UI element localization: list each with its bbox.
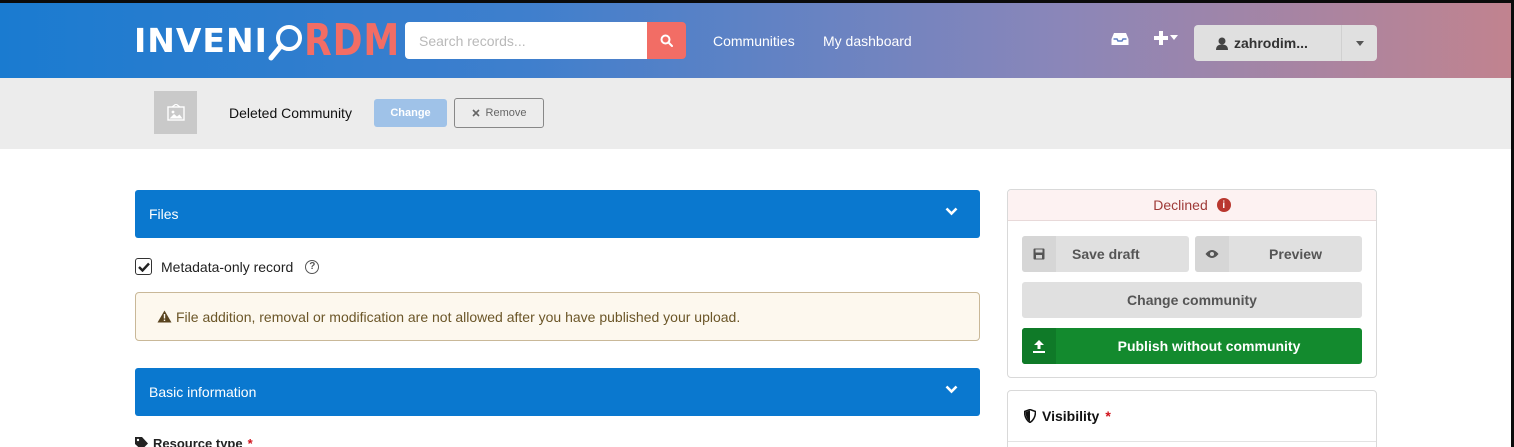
deposit-status-card: Declined i Save draft Preview Change com… (1007, 189, 1377, 378)
resource-type-label: Resource type * (135, 436, 253, 447)
status-header: Declined i (1008, 190, 1376, 221)
preview-button[interactable]: Preview (1195, 236, 1362, 272)
search-button[interactable] (647, 22, 686, 59)
files-title: Files (149, 206, 179, 222)
basic-information-title: Basic information (149, 384, 257, 400)
chevron-down-icon (945, 207, 958, 216)
community-selection-bar: Deleted Community Change Remove (0, 78, 1511, 149)
visibility-heading: Visibility * (1024, 408, 1111, 424)
save-draft-label: Save draft (1072, 246, 1140, 262)
invenio-rdm-logo[interactable]: INVENI RDM (134, 13, 421, 69)
change-community-button[interactable]: Change (374, 99, 447, 127)
save-draft-button[interactable]: Save draft (1022, 236, 1189, 272)
logo-text-invenio: INVENI (134, 21, 268, 60)
save-icon (1022, 236, 1056, 272)
files-locked-warning: File addition, removal or modification a… (135, 292, 980, 341)
close-icon (471, 109, 480, 117)
remove-community-button[interactable]: Remove (454, 98, 544, 128)
nav-communities[interactable]: Communities (713, 33, 795, 49)
tag-icon (135, 437, 148, 447)
logo-text-rdm: RDM (303, 15, 400, 66)
magnifier-logo-icon (268, 13, 304, 69)
preview-label: Preview (1269, 246, 1322, 262)
status-label: Declined (1153, 197, 1208, 213)
checkmark-icon (137, 262, 150, 272)
warning-text: File addition, removal or modification a… (176, 308, 741, 325)
user-menu-dropdown[interactable]: zahrodim... (1194, 25, 1377, 61)
chevron-down-icon (945, 385, 958, 394)
change-community-label: Change community (1127, 292, 1257, 308)
metadata-only-row: Metadata-only record ? (135, 258, 320, 275)
info-icon[interactable]: i (1216, 198, 1231, 212)
community-logo-placeholder (154, 91, 197, 134)
top-header: INVENI RDM Communities My dashboard (0, 3, 1511, 78)
search-input[interactable] (405, 22, 647, 59)
help-icon[interactable]: ? (305, 259, 320, 274)
window-frame-top (0, 0, 1514, 3)
plus-icon (1154, 31, 1168, 45)
new-item-menu[interactable] (1154, 31, 1178, 45)
shield-icon (1024, 409, 1036, 423)
caret-down-icon (1355, 40, 1364, 46)
visibility-title: Visibility (1042, 408, 1100, 424)
publish-label: Publish without community (1117, 338, 1301, 354)
upload-icon (1022, 328, 1056, 364)
required-marker: * (247, 436, 253, 447)
community-name: Deleted Community (229, 105, 352, 121)
user-menu-caret[interactable] (1341, 25, 1377, 61)
inbox-icon[interactable] (1111, 32, 1129, 48)
remove-label: Remove (485, 107, 527, 119)
warning-icon (157, 310, 172, 323)
search-icon (660, 34, 673, 47)
basic-information-accordion-header[interactable]: Basic information (135, 368, 980, 416)
files-accordion-header[interactable]: Files (135, 190, 980, 238)
publish-without-community-button[interactable]: Publish without community (1022, 328, 1362, 364)
visibility-divider (1008, 441, 1376, 442)
resource-type-text: Resource type (153, 436, 243, 447)
user-name: zahrodim... (1234, 35, 1308, 51)
metadata-only-label: Metadata-only record (161, 258, 294, 275)
required-marker: * (1105, 408, 1111, 424)
user-icon (1216, 37, 1228, 50)
change-community-sidebar-button[interactable]: Change community (1022, 282, 1362, 318)
image-placeholder-icon (166, 103, 185, 121)
caret-down-icon (1170, 35, 1178, 40)
metadata-only-checkbox[interactable] (135, 258, 152, 275)
visibility-card: Visibility * (1007, 390, 1377, 447)
eye-icon (1195, 236, 1229, 272)
nav-my-dashboard[interactable]: My dashboard (823, 33, 912, 49)
